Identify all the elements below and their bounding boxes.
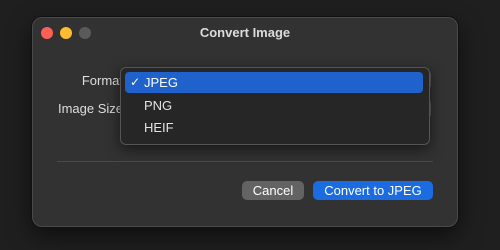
image-size-label: Image Size: [57, 101, 123, 116]
title-bar: Convert Image: [33, 18, 457, 47]
checkmark-icon: ✓: [129, 75, 141, 89]
format-option-label: HEIF: [144, 120, 174, 135]
format-label: Format: [81, 73, 123, 88]
dialog-title: Convert Image: [199, 25, 291, 40]
format-option-heif[interactable]: HEIF: [125, 117, 423, 138]
desktop-background: Convert Image Format Image Size Cancel C…: [0, 0, 500, 250]
cancel-button[interactable]: Cancel: [242, 181, 304, 200]
format-option-label: PNG: [144, 98, 173, 113]
format-option-label: JPEG: [144, 75, 178, 90]
format-option-jpeg[interactable]: ✓ JPEG: [125, 72, 423, 93]
convert-to-jpeg-button[interactable]: Convert to JPEG: [313, 181, 433, 200]
format-option-png[interactable]: PNG: [125, 95, 423, 116]
format-dropdown-menu: ✓ JPEG PNG HEIF: [120, 67, 430, 145]
divider: [57, 161, 433, 162]
